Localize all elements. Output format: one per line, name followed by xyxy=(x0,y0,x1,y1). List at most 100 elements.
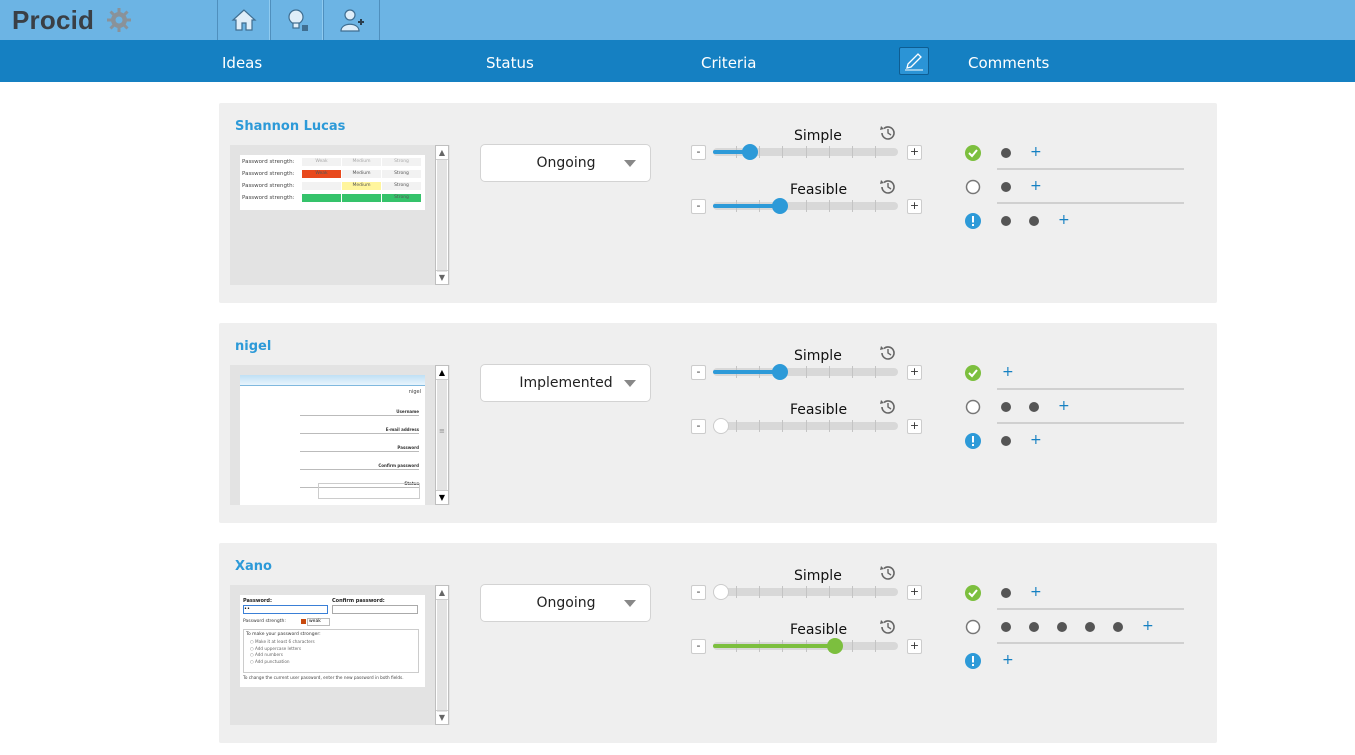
history-icon[interactable] xyxy=(878,343,898,363)
comment-dot[interactable] xyxy=(1001,216,1011,226)
history-icon[interactable] xyxy=(878,617,898,637)
add-comment-button[interactable]: + xyxy=(1030,584,1042,600)
slider-handle[interactable] xyxy=(713,418,729,434)
add-comment-button[interactable]: + xyxy=(1058,212,1070,228)
thumb-strength-cell xyxy=(342,194,381,202)
idea-thumbnail[interactable]: Password: •• Confirm password: Password str… xyxy=(240,595,425,687)
lightbulb-icon xyxy=(287,9,308,31)
scroll-up-arrow-icon[interactable]: ▲ xyxy=(436,586,448,600)
slider-handle[interactable] xyxy=(772,198,788,214)
history-icon[interactable] xyxy=(878,397,898,417)
slider-tick xyxy=(829,420,830,432)
comment-dot[interactable] xyxy=(1029,216,1039,226)
criterion-slider[interactable] xyxy=(713,418,898,434)
decrease-button[interactable]: - xyxy=(691,199,706,214)
criterion-slider[interactable] xyxy=(713,198,898,214)
status-select[interactable]: Implemented xyxy=(480,364,651,402)
comment-dot[interactable] xyxy=(1001,148,1011,158)
empty-circle-icon xyxy=(965,179,981,195)
add-comment-button[interactable]: + xyxy=(1142,618,1154,634)
comment-dot[interactable] xyxy=(1001,436,1011,446)
idea-author[interactable]: nigel xyxy=(235,339,271,354)
thumb-tips-title: To make your password stronger: xyxy=(246,632,321,637)
edit-criteria-button[interactable] xyxy=(899,47,929,75)
increase-button[interactable]: + xyxy=(907,199,922,214)
nav-add-user-button[interactable] xyxy=(323,0,380,40)
increase-button[interactable]: + xyxy=(907,585,922,600)
scrollbar-thumb[interactable] xyxy=(437,160,447,272)
comment-dot[interactable] xyxy=(1001,622,1011,632)
thumb-confirm-input xyxy=(332,605,418,614)
status-select[interactable]: Ongoing xyxy=(480,144,651,182)
app-logo[interactable]: Procid xyxy=(12,5,94,36)
slider-handle[interactable] xyxy=(713,584,729,600)
history-icon[interactable] xyxy=(878,123,898,143)
scroll-up-arrow-icon[interactable]: ▲ xyxy=(436,366,448,380)
comment-dot[interactable] xyxy=(1001,182,1011,192)
thumbnail-scrollbar[interactable]: ▲ ≡ ▼ xyxy=(435,365,449,505)
criterion-label: Simple xyxy=(794,568,842,584)
add-comment-button[interactable]: + xyxy=(1030,144,1042,160)
slider-tick xyxy=(806,146,807,158)
comment-dot[interactable] xyxy=(1001,402,1011,412)
comment-dot[interactable] xyxy=(1057,622,1067,632)
nav-ideas-button[interactable] xyxy=(270,0,323,40)
slider-tick xyxy=(736,420,737,432)
scroll-down-arrow-icon[interactable]: ▼ xyxy=(436,710,448,724)
thumb-password-input: •• xyxy=(243,605,328,614)
decrease-button[interactable]: - xyxy=(691,365,706,380)
increase-button[interactable]: + xyxy=(907,419,922,434)
comment-divider xyxy=(997,388,1184,390)
add-comment-button[interactable]: + xyxy=(1058,398,1070,414)
add-comment-button[interactable]: + xyxy=(1002,652,1014,668)
history-icon[interactable] xyxy=(878,563,898,583)
decrease-button[interactable]: - xyxy=(691,639,706,654)
comment-dot[interactable] xyxy=(1029,622,1039,632)
increase-button[interactable]: + xyxy=(907,145,922,160)
slider-handle[interactable] xyxy=(827,638,843,654)
add-comment-button[interactable]: + xyxy=(1002,364,1014,380)
comment-dot[interactable] xyxy=(1001,588,1011,598)
scrollbar-thumb[interactable] xyxy=(437,600,447,712)
idea-card: nigel nigel Username E-mail address Password… xyxy=(219,323,1217,523)
thumb-tip: ○ Make it at least 6 characters xyxy=(250,639,315,644)
slider-handle[interactable] xyxy=(742,144,758,160)
decrease-button[interactable]: - xyxy=(691,145,706,160)
decrease-button[interactable]: - xyxy=(691,419,706,434)
idea-author[interactable]: Xano xyxy=(235,559,272,574)
comment-dot[interactable] xyxy=(1029,402,1039,412)
criterion-slider[interactable] xyxy=(713,584,898,600)
column-criteria: Criteria xyxy=(701,54,757,72)
status-select[interactable]: Ongoing xyxy=(480,584,651,622)
comment-dot[interactable] xyxy=(1113,622,1123,632)
slider-tick xyxy=(829,366,830,378)
thumb-strength-label: Password strength: xyxy=(243,619,286,624)
decrease-button[interactable]: - xyxy=(691,585,706,600)
comment-dot[interactable] xyxy=(1085,622,1095,632)
increase-button[interactable]: + xyxy=(907,365,922,380)
history-icon[interactable] xyxy=(878,177,898,197)
idea-author[interactable]: Shannon Lucas xyxy=(235,119,345,134)
scroll-up-arrow-icon[interactable]: ▲ xyxy=(436,146,448,160)
criterion-slider[interactable] xyxy=(713,364,898,380)
thumbnail-scrollbar[interactable]: ▲ ▼ xyxy=(435,145,449,285)
nav-home-button[interactable] xyxy=(217,0,270,40)
empty-circle-icon xyxy=(965,399,981,415)
scrollbar-thumb[interactable]: ≡ xyxy=(437,380,447,490)
criterion-slider[interactable] xyxy=(713,144,898,160)
increase-button[interactable]: + xyxy=(907,639,922,654)
idea-thumbnail[interactable]: nigel Username E-mail address Password Confi… xyxy=(240,375,425,505)
scroll-down-arrow-icon[interactable]: ▼ xyxy=(436,270,448,284)
thumb-password-label: Password: xyxy=(243,598,272,604)
comment-divider xyxy=(997,168,1184,170)
slider-handle[interactable] xyxy=(772,364,788,380)
thumbnail-scrollbar[interactable]: ▲ ▼ xyxy=(435,585,449,725)
exclamation-circle-icon xyxy=(965,653,981,669)
home-icon xyxy=(230,9,257,31)
add-comment-button[interactable]: + xyxy=(1030,432,1042,448)
idea-thumbnail[interactable]: Password strength: Weak Medium Strong Passwo… xyxy=(240,155,425,210)
add-comment-button[interactable]: + xyxy=(1030,178,1042,194)
criterion-slider[interactable] xyxy=(713,638,898,654)
scroll-down-arrow-icon[interactable]: ▼ xyxy=(436,490,448,504)
slider-tick xyxy=(875,366,876,378)
